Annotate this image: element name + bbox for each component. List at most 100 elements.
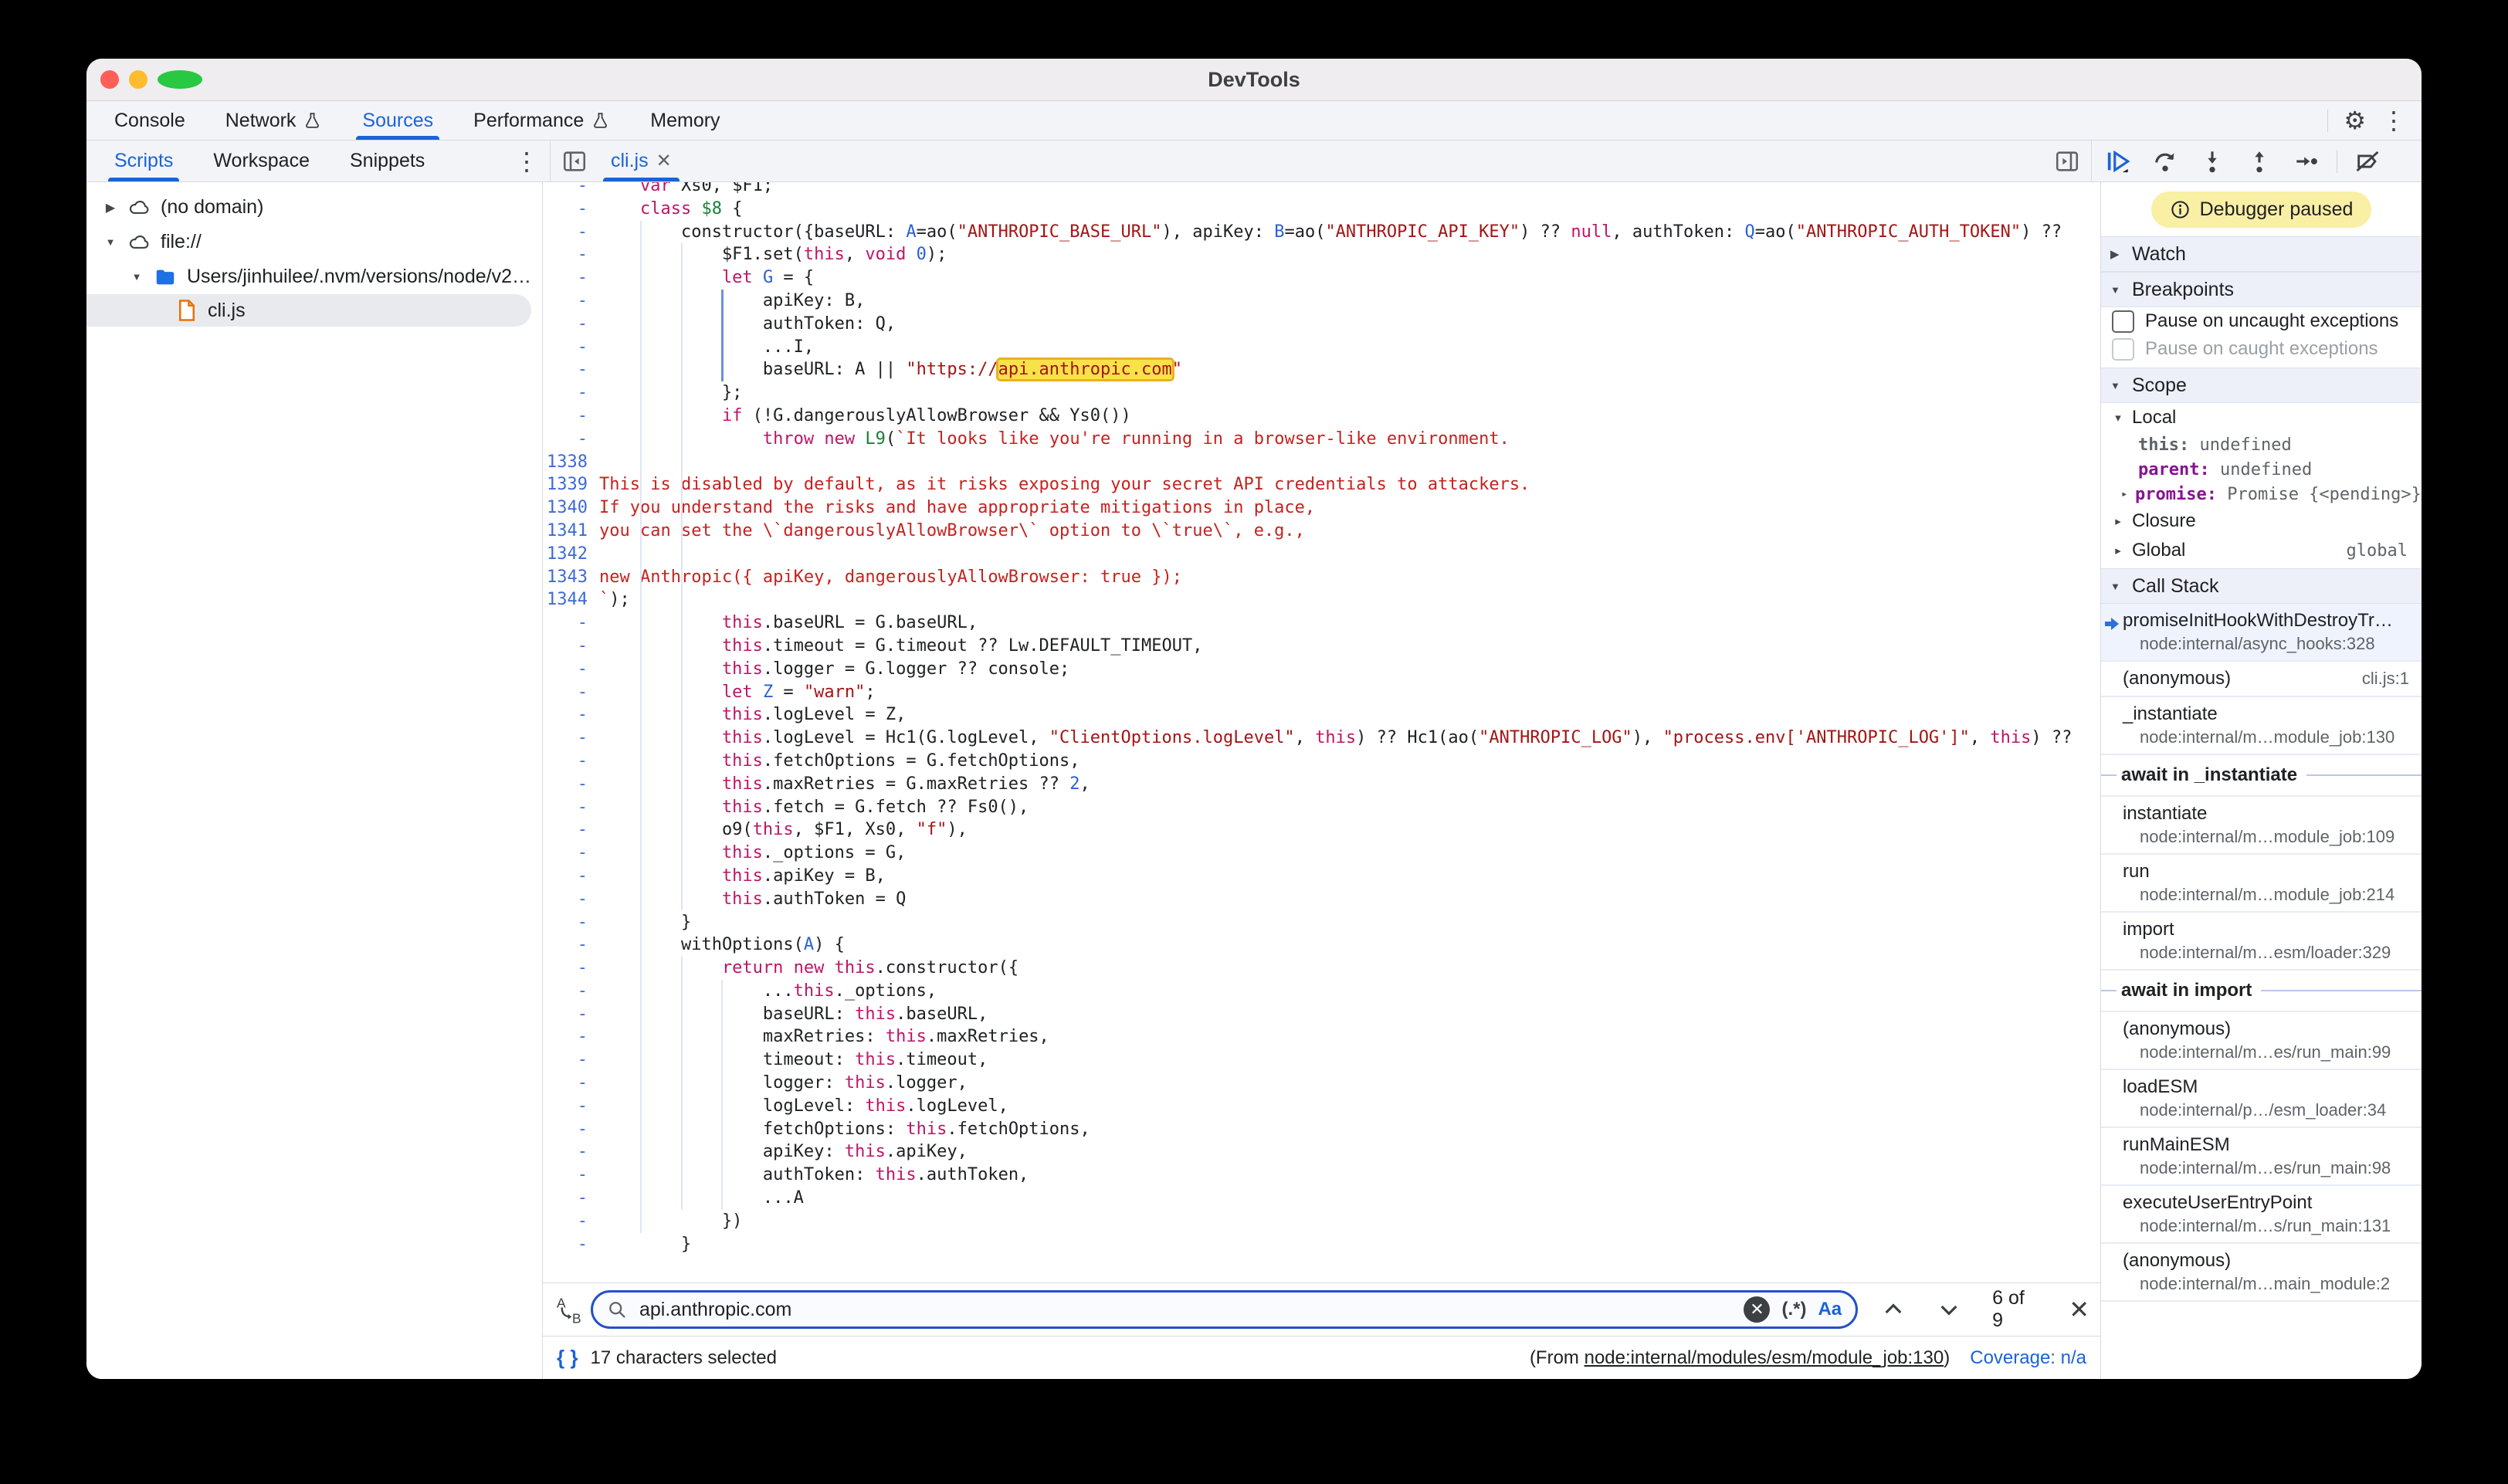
- section-breakpoints[interactable]: ▼ Breakpoints: [2101, 272, 2422, 307]
- search-query[interactable]: api.anthropic.com: [639, 1299, 1732, 1321]
- line-number-gutter[interactable]: -: [543, 933, 588, 957]
- pretty-print-icon[interactable]: { }: [557, 1346, 578, 1370]
- line-number-gutter[interactable]: -: [543, 1072, 588, 1095]
- line-number-gutter[interactable]: -: [543, 1233, 588, 1256]
- step-into-button[interactable]: [2195, 144, 2229, 178]
- line-number-gutter[interactable]: -: [543, 1164, 588, 1187]
- line-number-gutter[interactable]: -: [543, 182, 588, 198]
- line-number-gutter[interactable]: -: [543, 727, 588, 750]
- line-number-gutter[interactable]: 1338: [543, 451, 588, 474]
- next-match-icon[interactable]: [1937, 1297, 1961, 1322]
- call-stack-frame[interactable]: _instantiatenode:internal/m…module_job:1…: [2101, 697, 2422, 755]
- line-number-gutter[interactable]: -: [543, 612, 588, 635]
- pause-uncaught-checkbox[interactable]: [2112, 310, 2134, 333]
- line-number-gutter[interactable]: -: [543, 681, 588, 704]
- line-number-gutter[interactable]: -: [543, 750, 588, 773]
- line-number-gutter[interactable]: 1342: [543, 543, 588, 566]
- line-number-gutter[interactable]: -: [543, 957, 588, 980]
- resume-button[interactable]: [2101, 144, 2135, 178]
- line-number-gutter[interactable]: -: [543, 1003, 588, 1026]
- scope-var-promise[interactable]: ▸ promise: Promise {<pending>}: [2101, 482, 2422, 507]
- clear-search-icon[interactable]: ✕: [1744, 1296, 1770, 1323]
- tab-memory[interactable]: Memory: [635, 101, 735, 140]
- line-number-gutter[interactable]: -: [543, 635, 588, 658]
- line-number-gutter[interactable]: -: [543, 865, 588, 888]
- line-number-gutter[interactable]: -: [543, 773, 588, 796]
- line-number-gutter[interactable]: -: [543, 980, 588, 1003]
- pause-caught-checkbox[interactable]: [2112, 338, 2134, 361]
- source-origin-link[interactable]: node:internal/modules/esm/module_job:130: [1584, 1347, 1944, 1368]
- tab-performance[interactable]: Performance: [458, 101, 625, 140]
- close-find-icon[interactable]: ✕: [2069, 1297, 2089, 1322]
- previous-match-icon[interactable]: [1881, 1297, 1906, 1322]
- call-stack-frame[interactable]: executeUserEntryPointnode:internal/m…s/r…: [2101, 1186, 2422, 1244]
- scope-global[interactable]: ▸ Global global: [2101, 536, 2422, 565]
- call-stack-frame[interactable]: instantiatenode:internal/m…module_job:10…: [2101, 797, 2422, 855]
- line-number-gutter[interactable]: 1341: [543, 520, 588, 543]
- line-number-gutter[interactable]: -: [543, 1187, 588, 1210]
- tab-console[interactable]: Console: [99, 101, 201, 140]
- line-number-gutter[interactable]: -: [543, 888, 588, 911]
- line-number-gutter[interactable]: -: [543, 266, 588, 290]
- line-number-gutter[interactable]: -: [543, 221, 588, 244]
- collapse-navigator-icon[interactable]: [561, 148, 588, 174]
- step-out-button[interactable]: [2242, 144, 2276, 178]
- step-button[interactable]: [2289, 144, 2323, 178]
- line-number-gutter[interactable]: -: [543, 911, 588, 934]
- line-number-gutter[interactable]: 1339: [543, 473, 588, 496]
- call-stack-frame[interactable]: (anonymous)node:internal/m…es/run_main:9…: [2101, 1012, 2422, 1070]
- call-stack-frame[interactable]: promiseInitHookWithDestroyTr…node:intern…: [2101, 604, 2422, 662]
- navigator-kebab-icon[interactable]: ⋮: [514, 149, 550, 174]
- tab-sources[interactable]: Sources: [347, 101, 449, 140]
- step-over-button[interactable]: [2148, 144, 2182, 178]
- call-stack-frame[interactable]: runnode:internal/m…module_job:214: [2101, 855, 2422, 913]
- tab-workspace[interactable]: Workspace: [198, 141, 325, 181]
- call-stack-frame[interactable]: (anonymous)cli.js:1: [2101, 662, 2422, 697]
- line-number-gutter[interactable]: -: [543, 428, 588, 451]
- line-number-gutter[interactable]: -: [543, 381, 588, 405]
- call-stack-frame[interactable]: loadESMnode:internal/p…/esm_loader:34: [2101, 1070, 2422, 1128]
- line-number-gutter[interactable]: -: [543, 313, 588, 336]
- tree-item-file-protocol[interactable]: ▼ file://: [86, 225, 542, 259]
- line-number-gutter[interactable]: -: [543, 405, 588, 428]
- line-number-gutter[interactable]: -: [543, 1118, 588, 1141]
- call-stack-frame[interactable]: (anonymous)node:internal/m…main_module:2: [2101, 1244, 2422, 1302]
- section-scope[interactable]: ▼ Scope: [2101, 368, 2422, 403]
- replace-toggle-icon[interactable]: AB: [554, 1294, 585, 1325]
- section-call-stack[interactable]: ▼ Call Stack: [2101, 568, 2422, 604]
- line-number-gutter[interactable]: -: [543, 290, 588, 313]
- settings-gear-icon[interactable]: ⚙: [2344, 108, 2366, 133]
- line-number-gutter[interactable]: -: [543, 1140, 588, 1164]
- toggle-sidebar-icon[interactable]: [2054, 148, 2080, 174]
- tab-scripts[interactable]: Scripts: [99, 141, 188, 181]
- tab-network[interactable]: Network: [210, 101, 338, 140]
- tree-item-no-domain[interactable]: ▶ (no domain): [86, 190, 542, 225]
- line-number-gutter[interactable]: -: [543, 796, 588, 819]
- coverage-link[interactable]: Coverage: n/a: [1970, 1347, 2086, 1369]
- line-number-gutter[interactable]: -: [543, 1095, 588, 1118]
- chevron-right-icon[interactable]: ▸: [2121, 488, 2135, 500]
- more-options-kebab-icon[interactable]: ⋮: [2381, 108, 2406, 133]
- scope-local[interactable]: ▾ Local: [2101, 403, 2422, 432]
- scope-closure[interactable]: ▸ Closure: [2101, 507, 2422, 536]
- line-number-gutter[interactable]: 1344: [543, 588, 588, 612]
- line-number-gutter[interactable]: -: [543, 198, 588, 221]
- line-number-gutter[interactable]: -: [543, 703, 588, 727]
- line-number-gutter[interactable]: -: [543, 1049, 588, 1072]
- scope-var-parent[interactable]: parent: undefined: [2101, 457, 2422, 482]
- search-input[interactable]: api.anthropic.com ✕ (.*) Aa: [591, 1290, 1858, 1329]
- line-number-gutter[interactable]: -: [543, 336, 588, 359]
- line-number-gutter[interactable]: 1340: [543, 496, 588, 520]
- tab-snippets[interactable]: Snippets: [334, 141, 440, 181]
- chevron-down-icon[interactable]: ▼: [130, 271, 144, 283]
- line-number-gutter[interactable]: -: [543, 1025, 588, 1049]
- call-stack-frame[interactable]: runMainESMnode:internal/m…es/run_main:98: [2101, 1128, 2422, 1186]
- line-number-gutter[interactable]: -: [543, 658, 588, 681]
- line-number-gutter[interactable]: -: [543, 818, 588, 842]
- line-number-gutter[interactable]: -: [543, 1210, 588, 1233]
- deactivate-breakpoints-button[interactable]: [2350, 144, 2384, 178]
- tree-item-folder[interactable]: ▼ Users/jinhuilee/.nvm/versions/node/v2…: [86, 259, 542, 294]
- close-tab-icon[interactable]: ✕: [656, 150, 672, 172]
- editor-tab-clijs[interactable]: cli.js ✕: [598, 141, 684, 181]
- match-case-toggle[interactable]: Aa: [1818, 1299, 1842, 1320]
